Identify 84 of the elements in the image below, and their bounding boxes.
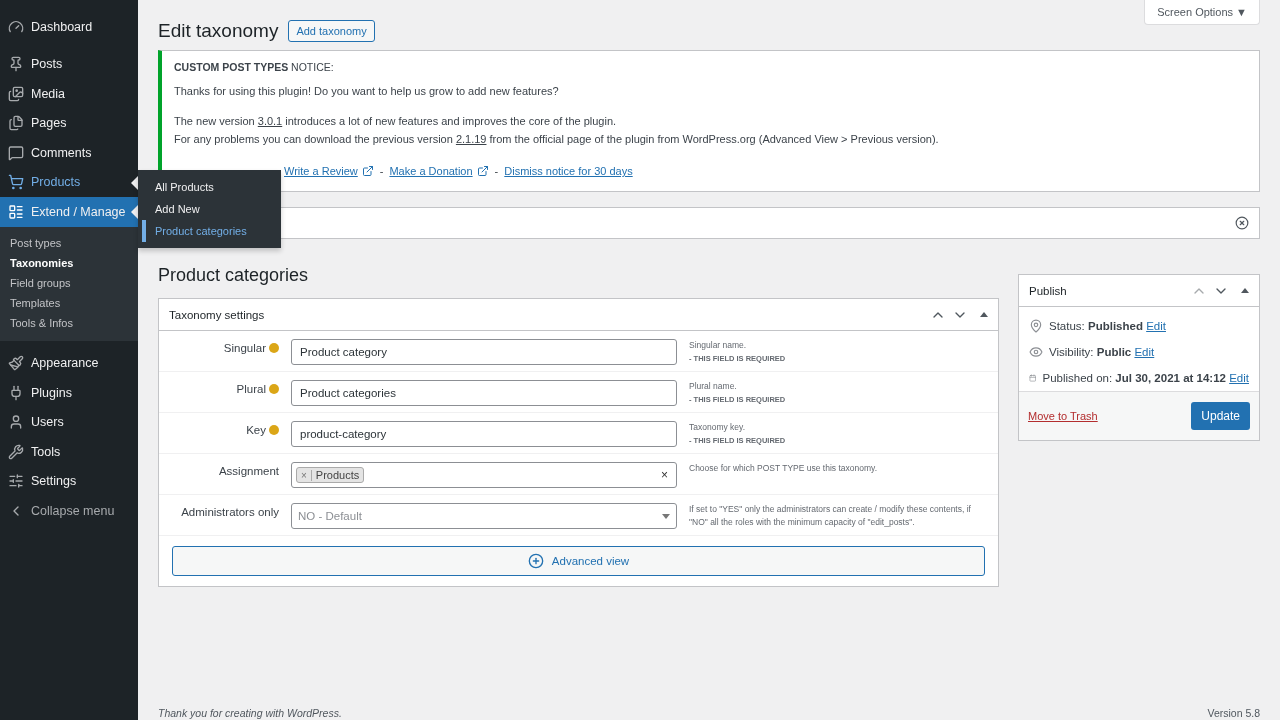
- brush-icon: [8, 355, 24, 372]
- notice-text: Thanks for using this plugin! Do you want to help us grow to add new features?: [174, 84, 560, 99]
- plug-icon: [8, 384, 24, 401]
- publish-info: Published on: Jul 30, 2021 at 14:12 Edit: [1042, 372, 1249, 384]
- submenu-item[interactable]: Templates: [0, 292, 138, 313]
- separator: -: [494, 165, 499, 177]
- text-input[interactable]: Product categories: [291, 380, 677, 406]
- section-title: Product categories: [158, 265, 310, 286]
- edit-link[interactable]: Edit: [1229, 372, 1249, 384]
- pages-icon: [8, 115, 24, 132]
- gauge-icon: [8, 18, 24, 35]
- field-label: Assignment: [218, 465, 279, 477]
- screen-options-button[interactable]: Screen Options ▼: [1144, 0, 1260, 25]
- field-label: Singular: [223, 342, 266, 354]
- submenu-item[interactable]: Tools & Infos: [0, 312, 138, 333]
- tag-select[interactable]: × Products ×: [291, 462, 677, 488]
- layout-icon: [8, 203, 24, 220]
- pin-icon: [8, 56, 24, 73]
- add-taxonomy-button[interactable]: Add taxonomy: [288, 20, 375, 42]
- triangle-icon[interactable]: [1241, 288, 1249, 293]
- help-text: If set to "YES" only the administrators can create / modify these contents, if "NO" all the roles with the minimum capacity of "edit_posts".: [689, 503, 972, 529]
- notice-text: The new version 3.0.1 introduces a lot of new features and improves the core of the plugin.: [174, 114, 618, 129]
- help-text: Choose for which POST TYPE use this taxonomy.: [689, 462, 879, 475]
- text-input[interactable]: Product category: [291, 339, 677, 365]
- menu-item[interactable]: Media: [0, 79, 138, 109]
- update-button[interactable]: Update: [1191, 402, 1250, 430]
- field-label: Administrators only: [181, 506, 279, 518]
- sliders-icon: [8, 473, 24, 490]
- menu-item[interactable]: Tools: [0, 437, 138, 467]
- trash-link[interactable]: Move to Trash: [1028, 410, 1098, 422]
- plus-circle-icon: [527, 553, 544, 569]
- calendar-icon: [1029, 371, 1037, 385]
- wrench-icon: [8, 443, 24, 460]
- menu-item[interactable]: Users: [0, 407, 138, 437]
- clear-button[interactable]: ×: [661, 468, 668, 482]
- cart-icon: [8, 174, 24, 191]
- publish-info: Visibility: Public Edit: [1049, 346, 1155, 358]
- separator: -: [379, 165, 384, 177]
- menu-item[interactable]: Extend / Manage: [0, 197, 138, 227]
- edit-link[interactable]: Edit: [1146, 320, 1166, 332]
- flyout-item[interactable]: All Products: [142, 176, 281, 198]
- notice-link[interactable]: Dismiss notice for 30 days: [504, 165, 633, 177]
- panel-title: Publish: [1029, 284, 1067, 297]
- help-text: Singular name.: [689, 339, 748, 352]
- tag-label: Products: [314, 468, 361, 482]
- menu-item[interactable]: Dashboard: [0, 12, 138, 42]
- notice-link[interactable]: Write a Review: [284, 165, 374, 177]
- eye-icon: [1029, 345, 1043, 359]
- caret-icon: [662, 513, 670, 519]
- publish-info: Status: Published Edit: [1049, 320, 1166, 332]
- remove-tag-button[interactable]: ×: [297, 469, 312, 481]
- flyout-item[interactable]: Add New: [142, 198, 281, 220]
- menu-item[interactable]: Comments: [0, 138, 138, 168]
- notice-link[interactable]: Make a Donation: [389, 165, 489, 177]
- submenu-item[interactable]: Post types: [0, 232, 138, 253]
- notice-title: CUSTOM POST TYPES NOTICE:: [174, 61, 335, 73]
- images-icon: [8, 85, 24, 102]
- panel-title: Taxonomy settings: [169, 308, 265, 321]
- version-link[interactable]: 2.1.19: [455, 133, 487, 145]
- page-title: Edit taxonomy: [158, 20, 279, 42]
- advanced-view-button[interactable]: Advanced view: [172, 546, 985, 576]
- pin-icon: [1029, 319, 1043, 333]
- user-icon: [8, 414, 24, 431]
- menu-item[interactable]: Pages: [0, 108, 138, 138]
- close-icon[interactable]: [1235, 216, 1249, 230]
- help-text: Taxonomy key.: [689, 421, 747, 434]
- version-link[interactable]: 3.0.1: [257, 115, 283, 127]
- triangle-icon[interactable]: [980, 312, 988, 317]
- version-text: Version 5.8: [1207, 707, 1260, 719]
- collapse-menu[interactable]: Collapse menu: [0, 496, 138, 526]
- menu-item[interactable]: Posts: [0, 49, 138, 79]
- menu-item[interactable]: Settings: [0, 466, 138, 496]
- speech-bubble-icon: [8, 144, 24, 161]
- notice-text: For any problems you can download the previous version 2.1.19 from the official page of the plugin from WordPress.org (Advanced View > Previous version).: [174, 132, 940, 147]
- help-text: Plural name.: [689, 380, 738, 393]
- edit-link[interactable]: Edit: [1134, 346, 1155, 358]
- footer-text: Thank you for creating with WordPress.: [158, 707, 342, 719]
- text-input[interactable]: product-category: [291, 421, 677, 447]
- menu-item[interactable]: Plugins: [0, 378, 138, 408]
- submenu-item[interactable]: Field groups: [0, 272, 138, 293]
- menu-item[interactable]: Appearance: [0, 348, 138, 378]
- submenu-item[interactable]: Taxonomies: [0, 252, 138, 273]
- field-label: Plural: [236, 383, 266, 395]
- field-label: Key: [246, 424, 266, 436]
